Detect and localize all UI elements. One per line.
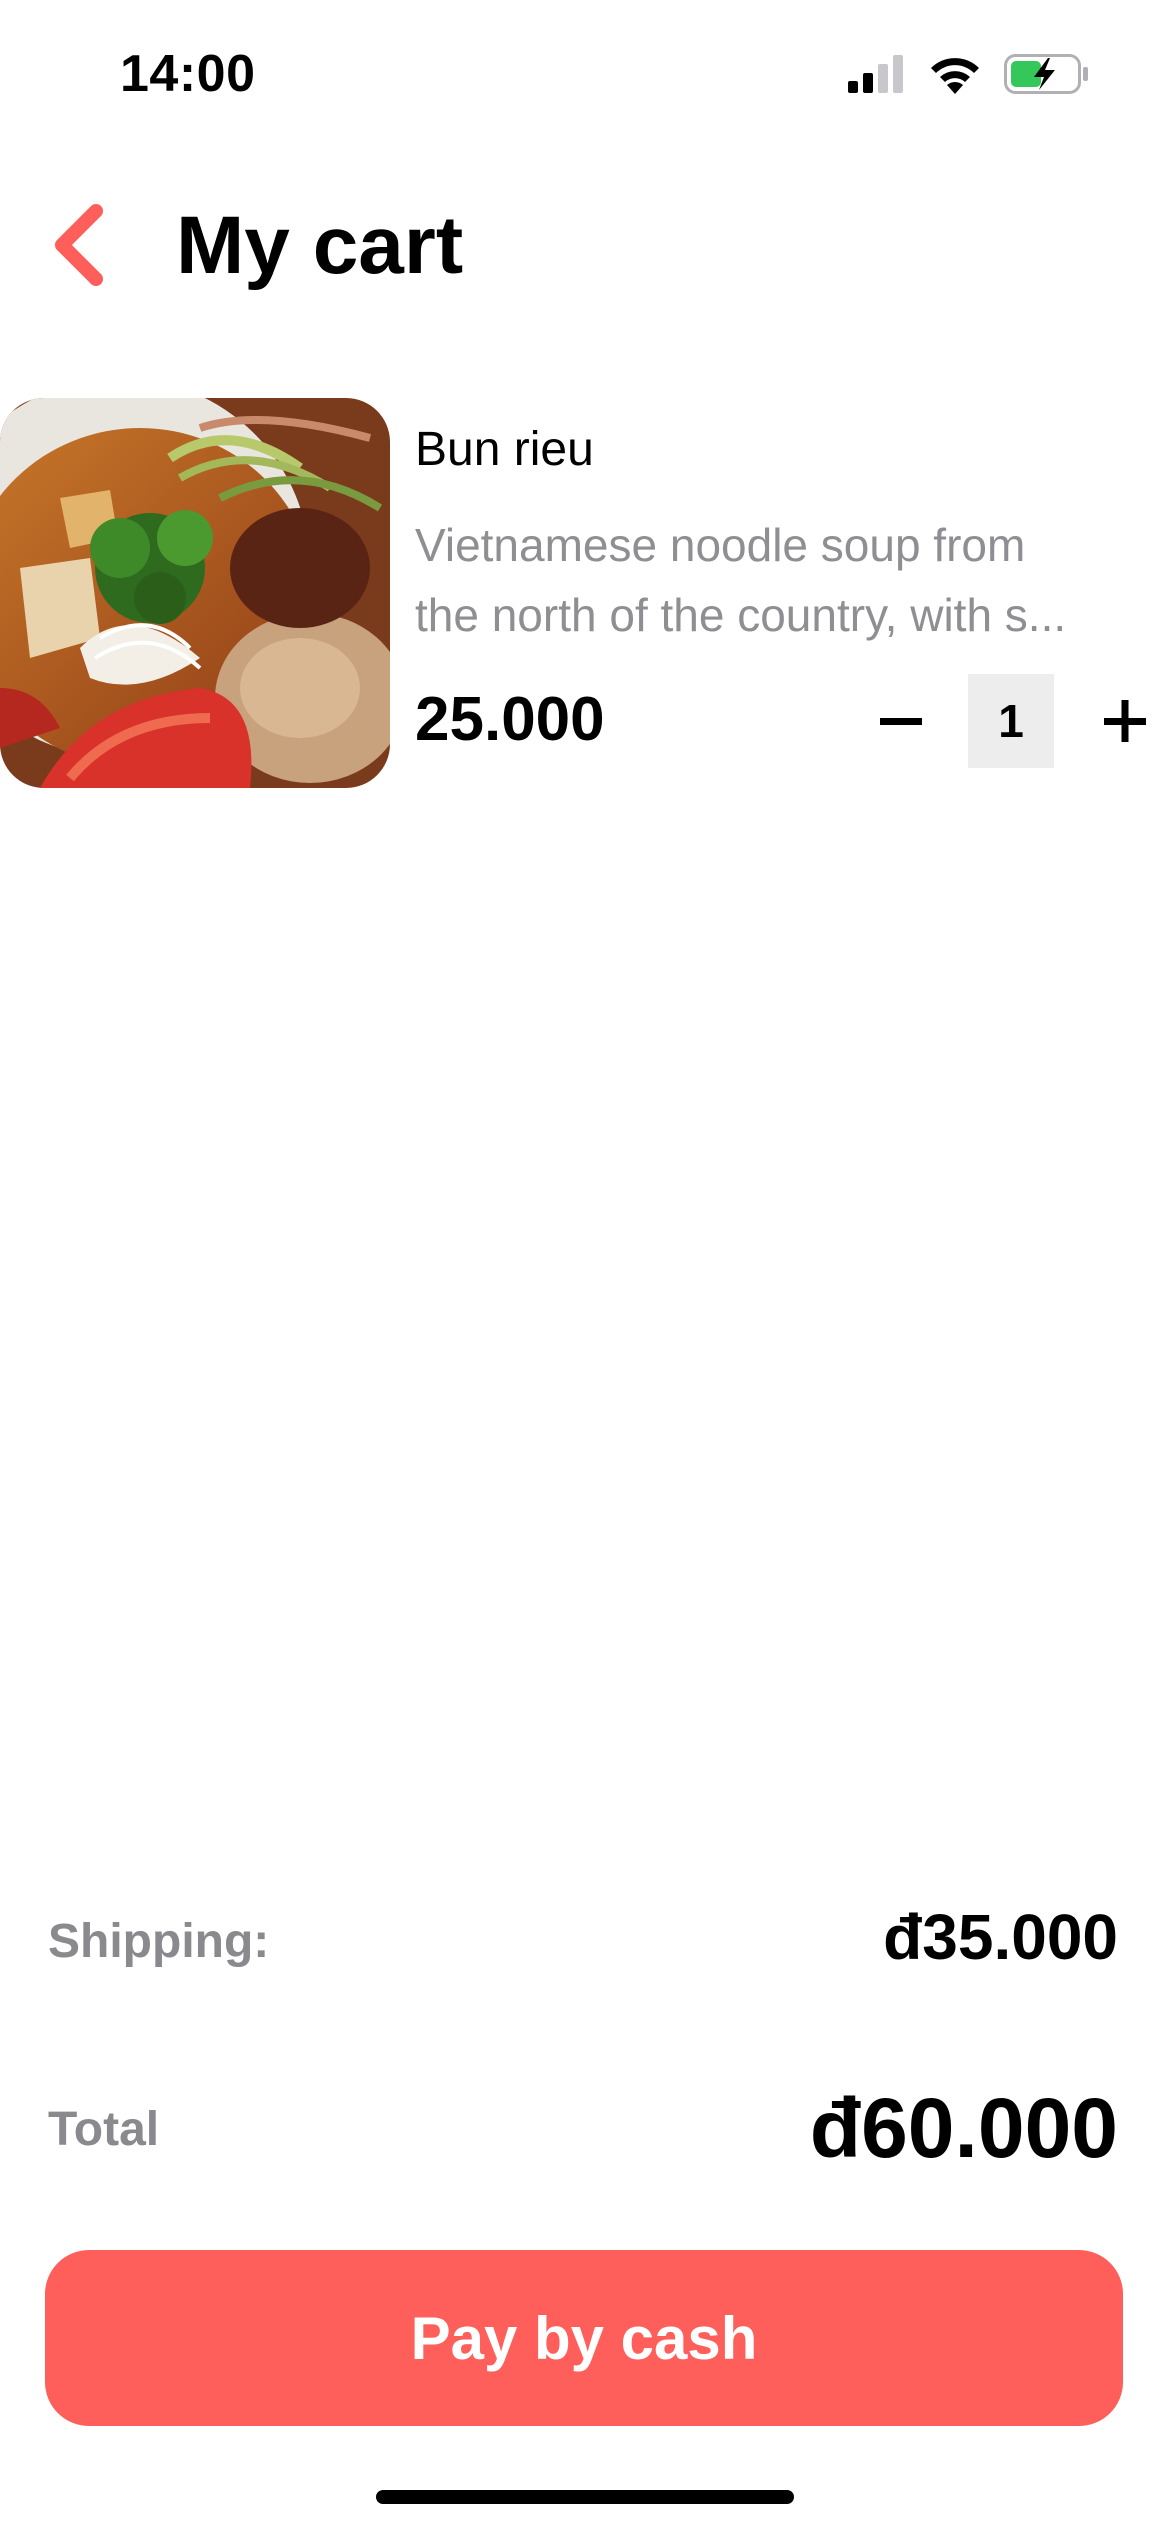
plus-icon — [1104, 700, 1146, 742]
noodle-soup-photo — [0, 398, 390, 788]
item-description-line: Vietnamese noodle soup from — [415, 519, 1026, 571]
item-description-line: the north of the country, with s... — [415, 589, 1067, 641]
minus-icon — [880, 718, 922, 725]
back-button[interactable] — [40, 200, 120, 290]
chevron-left-icon — [55, 204, 103, 286]
status-icons — [848, 54, 1090, 94]
item-image — [0, 398, 390, 788]
page-title: My cart — [176, 200, 464, 291]
quantity-value: 1 — [968, 674, 1054, 768]
decrease-quantity-button[interactable] — [866, 676, 936, 766]
increase-quantity-button[interactable] — [1090, 676, 1160, 766]
status-time: 14:00 — [120, 45, 256, 103]
pay-by-cash-button[interactable]: Pay by cash — [45, 2250, 1123, 2426]
total-label: Total — [48, 2103, 160, 2156]
shipping-label: Shipping: — [48, 1915, 270, 1968]
signal-icon — [848, 55, 903, 93]
home-indicator — [376, 2490, 794, 2504]
battery-charging-icon — [1004, 54, 1088, 94]
shipping-value: đ35.000 — [883, 1901, 1118, 1973]
item-name: Bun rieu — [415, 423, 594, 476]
item-price: 25.000 — [415, 685, 605, 754]
wifi-icon — [931, 58, 979, 94]
cart-item: Bun rieu Vietnamese noodle soup from the… — [0, 398, 1170, 790]
item-description: Vietnamese noodle soup from the north of… — [415, 510, 1155, 650]
total-value: đ60.000 — [809, 2081, 1118, 2175]
